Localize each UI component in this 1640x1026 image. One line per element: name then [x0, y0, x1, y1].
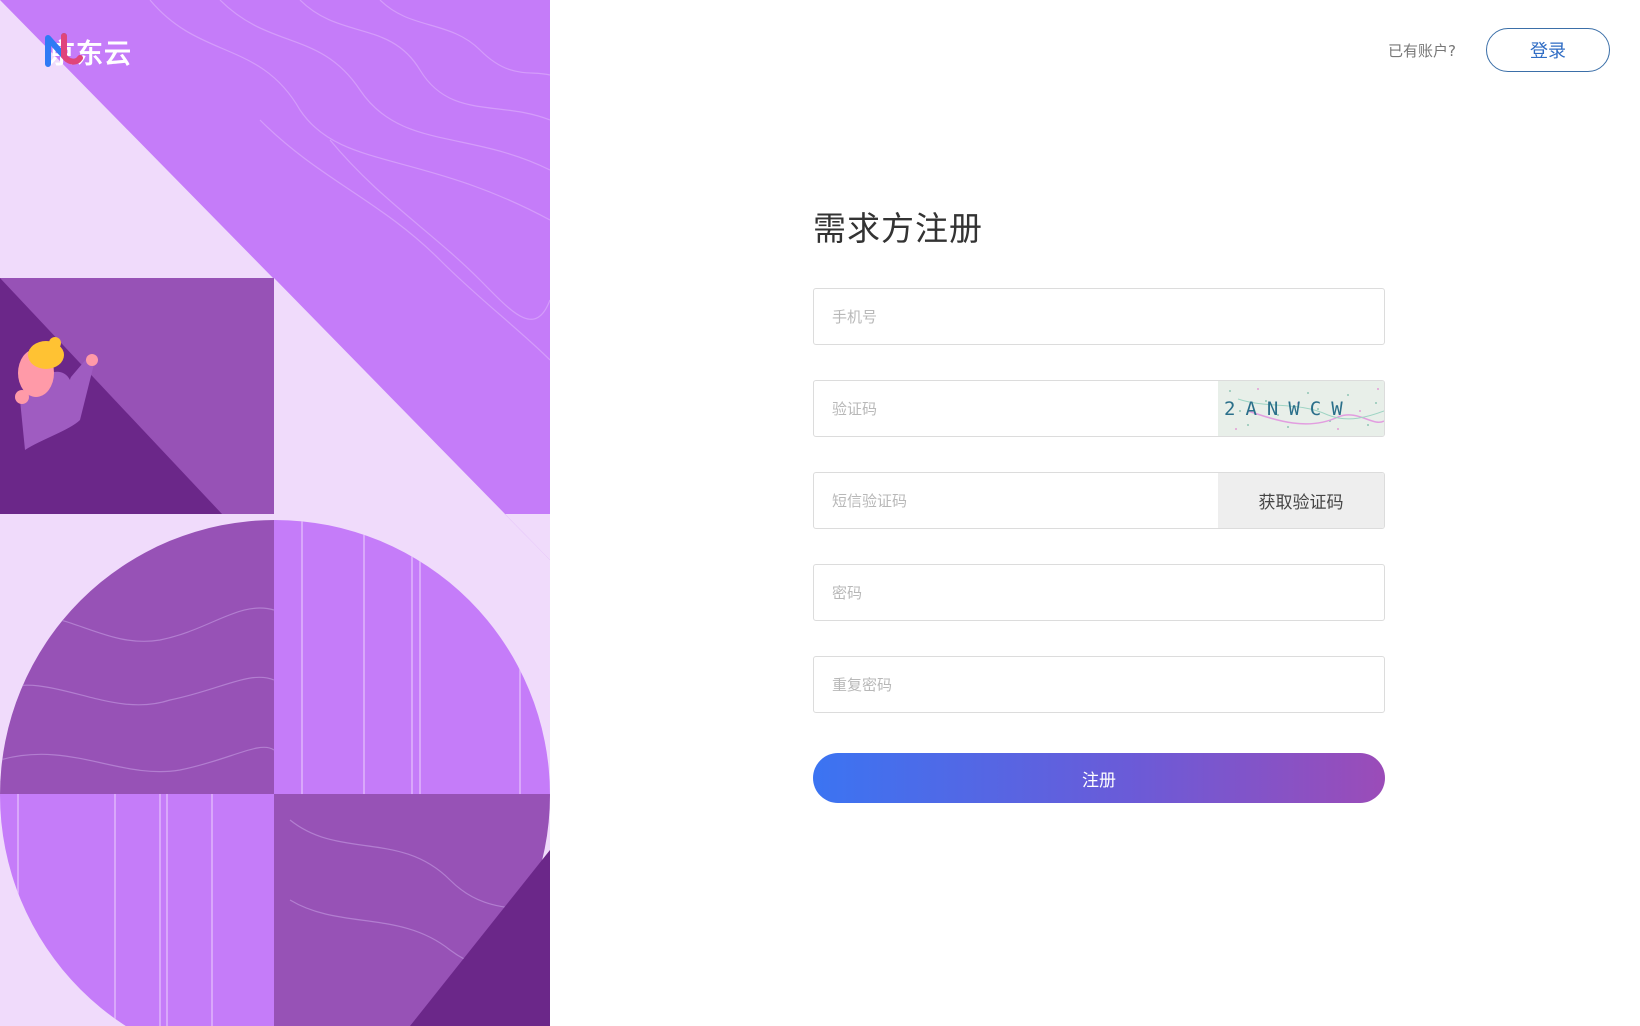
password-field	[813, 564, 1385, 621]
repeat-password-input[interactable]	[814, 657, 1384, 712]
captcha-text: 2ANWCW	[1224, 398, 1353, 420]
login-button[interactable]: 登录	[1486, 28, 1610, 72]
register-page: 京东云 已有账户? 登录 需求方注册 手机号 验证码 2ANWCW 短信验证码 …	[0, 0, 1640, 1026]
page-title: 需求方注册	[813, 209, 983, 248]
have-account-text: 已有账户?	[1388, 41, 1456, 60]
sms-code-input[interactable]	[814, 473, 1218, 528]
header-account: 已有账户? 登录	[1388, 28, 1610, 72]
phone-input[interactable]	[814, 289, 1384, 344]
repeat-password-field	[813, 656, 1385, 713]
get-sms-code-button[interactable]: 获取验证码	[1218, 473, 1384, 528]
geometric-illustration	[0, 0, 550, 1026]
captcha-input[interactable]	[814, 381, 1218, 436]
illustration-panel: 京东云	[0, 0, 550, 1026]
register-form: 需求方注册 手机号 验证码 2ANWCW 短信验证码 获取验证码 注册	[813, 205, 1385, 803]
sms-code-field: 获取验证码	[813, 472, 1385, 529]
brand-logo[interactable]: 京东云	[44, 32, 132, 71]
register-button[interactable]: 注册	[813, 753, 1385, 803]
captcha-image[interactable]: 2ANWCW	[1218, 381, 1384, 436]
phone-field	[813, 288, 1385, 345]
captcha-field: 2ANWCW	[813, 380, 1385, 437]
password-input[interactable]	[814, 565, 1384, 620]
